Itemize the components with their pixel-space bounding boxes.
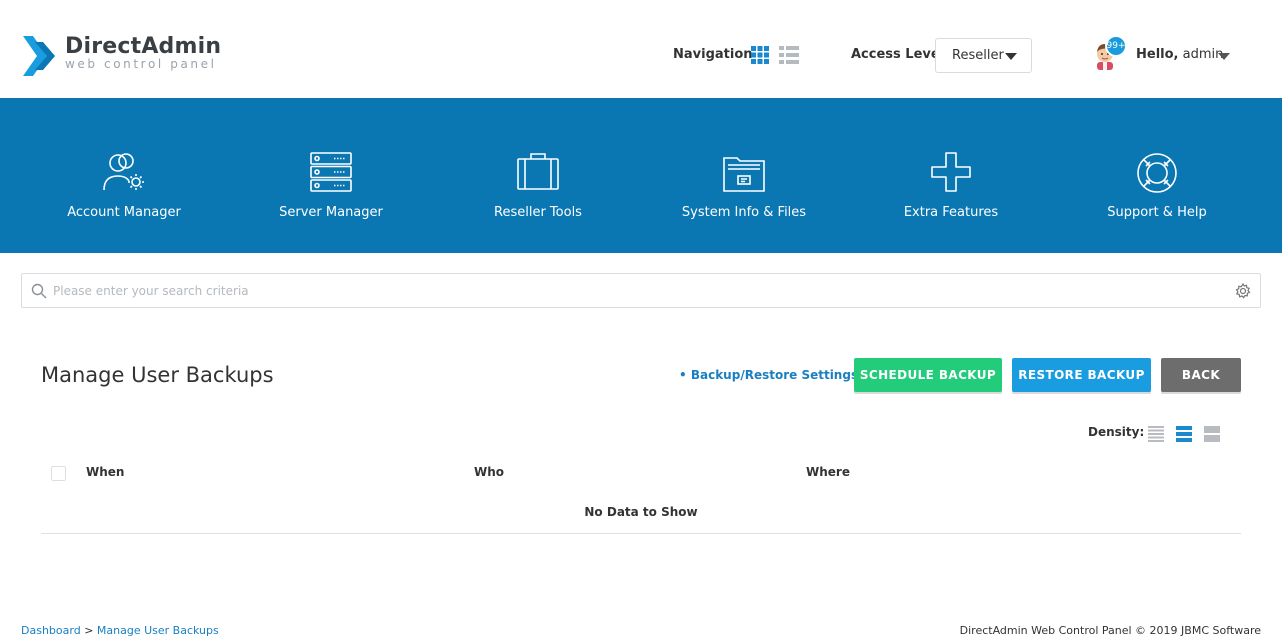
menu-label-account-manager: Account Manager	[67, 205, 181, 220]
breadcrumb-separator: >	[84, 624, 94, 637]
search-icon	[31, 283, 47, 299]
gear-icon[interactable]	[1235, 283, 1251, 299]
search-section	[0, 253, 1282, 308]
breadcrumb-dashboard[interactable]: Dashboard	[21, 624, 81, 637]
account-manager-icon	[103, 153, 144, 191]
density-normal-icon[interactable]	[1176, 426, 1192, 442]
server-manager-icon	[310, 152, 352, 192]
restore-backup-button[interactable]: RESTORE BACKUP	[1012, 358, 1151, 392]
table-divider	[41, 533, 1241, 534]
breadcrumb-current[interactable]: Manage User Backups	[97, 624, 219, 637]
folder-icon	[723, 157, 765, 192]
menu-item-reseller-tools[interactable]: Reseller Tools	[448, 98, 628, 253]
menu-item-support-help[interactable]: Support & Help	[1067, 98, 1247, 253]
logo-text: DirectAdmin web control panel	[65, 34, 221, 70]
menu-label-system-info-files: System Info & Files	[681, 205, 807, 220]
empty-table-message: No Data to Show	[584, 505, 698, 519]
briefcase-icon	[517, 153, 559, 190]
user-menu-caret-icon[interactable]	[1218, 53, 1230, 60]
menu-item-extra-features[interactable]: Extra Features	[861, 98, 1041, 253]
column-header-where[interactable]: Where	[806, 465, 850, 479]
menu-label-support-help: Support & Help	[1107, 205, 1207, 220]
directadmin-logo[interactable]: DirectAdmin web control panel	[21, 34, 221, 78]
menu-label-reseller-tools: Reseller Tools	[494, 205, 582, 220]
lifebuoy-icon	[1137, 153, 1177, 193]
density-comfortable-icon[interactable]	[1204, 426, 1220, 442]
search-input[interactable]	[53, 274, 1223, 307]
menu-label-server-manager: Server Manager	[279, 205, 383, 220]
access-level-select[interactable]: Reseller	[935, 38, 1032, 73]
footer-copyright: DirectAdmin Web Control Panel © 2019 JBM…	[959, 624, 1261, 637]
page-title: Manage User Backups	[41, 363, 274, 387]
search-box	[21, 273, 1261, 308]
list-view-icon[interactable]	[779, 46, 799, 64]
logo-chevron-icon	[23, 36, 55, 76]
menu-label-extra-features: Extra Features	[903, 205, 999, 220]
logo-tagline: web control panel	[65, 57, 217, 71]
access-level-label: Access Level	[851, 47, 945, 62]
select-all-checkbox[interactable]	[51, 466, 66, 481]
grid-view-icon[interactable]	[751, 46, 769, 64]
caret-down-icon	[1005, 53, 1017, 60]
navigation-label: Navigation	[673, 47, 753, 62]
schedule-backup-button[interactable]: SCHEDULE BACKUP	[854, 358, 1002, 392]
plus-icon	[931, 152, 971, 192]
density-label: Density:	[1088, 425, 1145, 439]
density-compact-icon[interactable]	[1148, 426, 1164, 442]
top-header: DirectAdmin web control panel Navigation…	[0, 0, 1282, 98]
column-header-when[interactable]: When	[86, 465, 124, 479]
back-button[interactable]: BACK	[1161, 358, 1241, 392]
column-header-who[interactable]: Who	[474, 465, 504, 479]
menu-item-account-manager[interactable]: Account Manager	[34, 98, 214, 253]
access-level-value: Reseller	[952, 48, 1004, 63]
menu-item-system-info-files[interactable]: System Info & Files	[654, 98, 834, 253]
user-greeting[interactable]: Hello, admin	[1136, 47, 1223, 62]
main-menu-bar: Account Manager Server Manager Reseller …	[0, 98, 1282, 253]
backup-restore-settings-link[interactable]: • Backup/Restore Settings	[679, 368, 858, 382]
breadcrumb: Dashboard > Manage User Backups	[21, 624, 219, 637]
greeting-text: Hello,	[1136, 47, 1179, 62]
notification-badge[interactable]: 99+	[1105, 35, 1127, 57]
menu-item-server-manager[interactable]: Server Manager	[241, 98, 421, 253]
